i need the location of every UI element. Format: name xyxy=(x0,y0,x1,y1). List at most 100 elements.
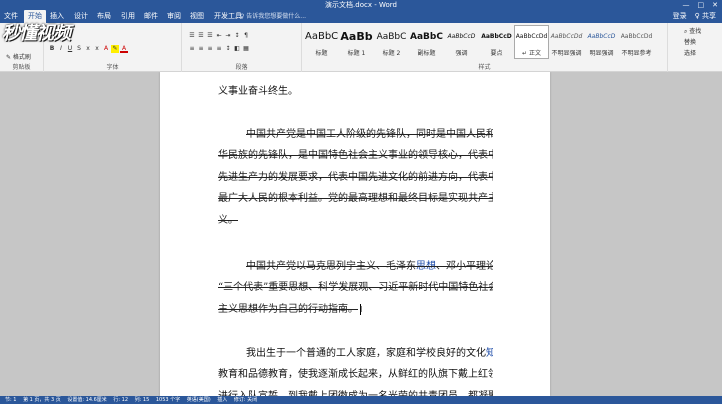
style-sample: AaBbCcDd xyxy=(515,33,548,40)
paragraph-2: 中国共产党以马克思列宁主义、毛泽东思想、邓小平理论、 “三个代表”重要思想、科学… xyxy=(218,256,493,320)
style-heading-1[interactable]: AaBb 标题 1 xyxy=(339,25,374,59)
italic-button[interactable]: I xyxy=(57,45,65,53)
subscript-button[interactable]: x xyxy=(84,45,92,53)
text-line: “三个代表”重要思想、科学发展观、习近平新时代中国特色社会 xyxy=(218,282,493,294)
text-run: 主义思想作为自己的行动指南。 xyxy=(218,303,358,315)
text-line: 进行入队宣誓，到我戴上团徽成为一名光荣的共青团员，都凝聚着 xyxy=(218,386,493,396)
style-sample: AaBbCcD xyxy=(447,33,476,40)
format-painter-button[interactable]: ✎ 格式刷 xyxy=(6,52,31,61)
style-subtle-reference[interactable]: AaBbCcDd 不明显参考 xyxy=(619,25,654,59)
style-name: 副标题 xyxy=(417,50,436,57)
status-language[interactable]: 英语(美国) xyxy=(187,397,211,403)
text-line: 华民族的先锋队，是中国特色社会主义事业的领导核心，代表中国 xyxy=(218,150,493,162)
style-name: 标题 1 xyxy=(347,50,366,57)
text-line: 我出生于一个普通的工人家庭，家庭和学校良好的文化知识 xyxy=(218,343,493,364)
highlight-button[interactable]: ✎ xyxy=(111,45,119,53)
close-button[interactable]: ✕ xyxy=(712,0,718,10)
paragraph-group: ☰ ☰ ☰ ⇤ ⇥ ↕ ¶ ≡ ≡ ≡ ≡ ↕ ◧ ▦ 段落 xyxy=(182,23,302,72)
tab-design[interactable]: 设计 xyxy=(70,10,92,23)
style-subtle-emphasis[interactable]: AaBbCcDd 不明显强调 xyxy=(549,25,584,59)
status-track-changes[interactable]: 修订: 关闭 xyxy=(234,397,257,403)
numbering-icon[interactable]: ☰ xyxy=(197,32,205,40)
superscript-button[interactable]: x xyxy=(93,45,101,53)
underline-button[interactable]: U xyxy=(66,45,74,53)
tab-layout[interactable]: 布局 xyxy=(93,10,115,23)
status-word-count[interactable]: 1053 个字 xyxy=(156,397,180,403)
bold-button[interactable]: B xyxy=(48,45,56,53)
shading-icon[interactable]: ◧ xyxy=(233,45,241,53)
justify-icon[interactable]: ≡ xyxy=(215,45,223,53)
strikethrough-button[interactable]: S xyxy=(75,45,83,53)
style-emphasis[interactable]: AaBbCcD 强调 xyxy=(444,25,479,59)
tell-me-search[interactable]: ♀ 告诉我您想要做什么... xyxy=(240,12,306,21)
list-buttons: ☰ ☰ ☰ ⇤ ⇥ ↕ ¶ xyxy=(188,32,251,40)
align-right-icon[interactable]: ≡ xyxy=(206,45,214,53)
status-insert-mode[interactable]: 插入 xyxy=(217,397,227,403)
bullets-icon[interactable]: ☰ xyxy=(188,32,196,40)
style-heading-2[interactable]: AaBbC 标题 2 xyxy=(374,25,409,59)
multilevel-icon[interactable]: ☰ xyxy=(206,32,214,40)
tab-view[interactable]: 视图 xyxy=(186,10,208,23)
style-sample: AaBbCcDd xyxy=(550,33,583,40)
share-button[interactable]: ♀ 共享 xyxy=(695,10,716,23)
login-link[interactable]: 登录 xyxy=(673,10,687,23)
replace-button[interactable]: 替换 xyxy=(684,37,696,46)
text-line: 中国共产党以马克思列宁主义、毛泽东思想、邓小平理论、 xyxy=(218,256,493,277)
decrease-indent-icon[interactable]: ⇤ xyxy=(215,32,223,40)
style-name: 标题 2 xyxy=(382,50,401,57)
tab-review[interactable]: 审阅 xyxy=(163,10,185,23)
style-sample: AaBbC xyxy=(410,32,443,42)
find-button[interactable]: ⌕ 查找 xyxy=(684,26,701,36)
style-normal[interactable]: AaBbCcDd ↵ 正文 xyxy=(514,25,549,59)
align-center-icon[interactable]: ≡ xyxy=(197,45,205,53)
watermark-logo: 秒懂视频 xyxy=(2,23,71,44)
select-button[interactable]: 选择 xyxy=(684,48,696,57)
status-line: 行: 12 xyxy=(113,397,129,403)
document-page[interactable]: 义事业奋斗终生。 中国共产党是中国工人阶级的先锋队，同时是中国人民和中 华民族的… xyxy=(160,72,550,396)
status-section[interactable]: 节: 1 xyxy=(5,397,16,403)
text-line: 教育和品德教育，使我逐渐成长起来，从鲜红的队旗下戴上红领巾 xyxy=(218,369,493,381)
align-left-icon[interactable]: ≡ xyxy=(188,45,196,53)
font-color-button[interactable]: A xyxy=(120,45,128,53)
increase-indent-icon[interactable]: ⇥ xyxy=(224,32,232,40)
paragraph-1: 中国共产党是中国工人阶级的先锋队，同时是中国人民和中 华民族的先锋队，是中国特色… xyxy=(218,124,493,231)
style-name: 不明显参考 xyxy=(621,50,652,57)
ribbon-tabs: 文件 开始 插入 设计 布局 引用 邮件 审阅 视图 开发工具 ♀ 告诉我您想要… xyxy=(0,10,722,23)
styles-group-label: 样式 xyxy=(478,64,491,71)
style-strong[interactable]: AaBbCcD 要点 xyxy=(479,25,514,59)
style-name: 不明显强调 xyxy=(551,50,582,57)
style-sample: AaBbCcD xyxy=(587,33,616,40)
text-run: 中国共产党以马克思列宁主义、毛泽东 xyxy=(246,261,416,272)
text-run: 、邓小平理论、 xyxy=(436,261,493,272)
maximize-button[interactable]: □ xyxy=(698,0,705,10)
status-bar: 节: 1 第 1 页，共 3 页 设置值: 14.6厘米 行: 12 列: 15… xyxy=(0,396,722,404)
editing-group: ⌕ 查找 替换 选择 xyxy=(668,23,722,72)
word-window: 演示文档.docx - Word — □ ✕ 文件 开始 插入 设计 布局 引用… xyxy=(0,0,722,404)
document-area[interactable]: 义事业奋斗终生。 中国共产党是中国工人阶级的先锋队，同时是中国人民和中 华民族的… xyxy=(0,72,722,396)
status-page[interactable]: 第 1 页，共 3 页 xyxy=(23,397,61,403)
hyperlink-text[interactable]: 知识 xyxy=(486,348,493,359)
style-title[interactable]: AaBbC 标题 xyxy=(304,25,339,59)
tab-mailings[interactable]: 邮件 xyxy=(140,10,162,23)
status-column: 列: 15 xyxy=(134,397,150,403)
status-position: 设置值: 14.6厘米 xyxy=(67,397,107,403)
hyperlink-text[interactable]: 思想 xyxy=(416,261,436,272)
style-intense-emphasis[interactable]: AaBbCcD 明显强调 xyxy=(584,25,619,59)
text-line: 义。 xyxy=(218,214,238,226)
text-effects-button[interactable]: A xyxy=(102,45,110,53)
sort-icon[interactable]: ↕ xyxy=(233,32,241,40)
line-spacing-icon[interactable]: ↕ xyxy=(224,45,232,53)
tab-references[interactable]: 引用 xyxy=(117,10,139,23)
partial-line xyxy=(218,72,493,81)
minimize-button[interactable]: — xyxy=(683,0,690,10)
show-marks-icon[interactable]: ¶ xyxy=(242,32,250,40)
style-name: 强调 xyxy=(455,50,468,57)
ibeam-cursor-icon: I xyxy=(360,305,363,314)
borders-icon[interactable]: ▦ xyxy=(242,45,250,53)
style-sample: AaBbC xyxy=(305,31,338,42)
style-name: 标题 xyxy=(315,50,328,57)
font-format-buttons: B I U Sx x A ✎ A xyxy=(48,45,129,53)
style-subtitle[interactable]: AaBbC 副标题 xyxy=(409,25,444,59)
style-name: 明显强调 xyxy=(589,50,614,57)
paragraph-group-label: 段落 xyxy=(235,64,248,71)
